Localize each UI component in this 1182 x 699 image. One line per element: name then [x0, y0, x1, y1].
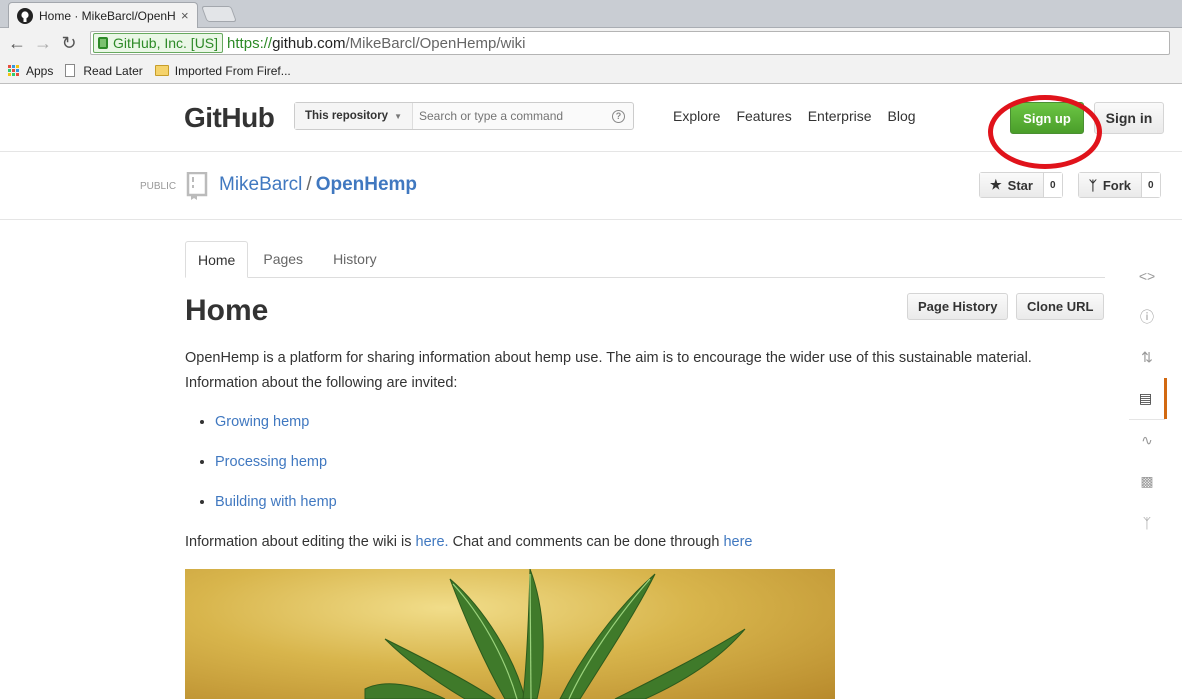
fork-count[interactable]: 0: [1141, 173, 1160, 197]
pulse-icon[interactable]: ∿: [1127, 420, 1167, 461]
bookmark-imported-label: Imported From Firef...: [174, 63, 291, 78]
issues-icon[interactable]: ⓘ: [1127, 296, 1167, 337]
wiki-content: Home Pages History Home Page History Clo…: [185, 241, 1105, 699]
ev-label: GitHub, Inc. [US]: [113, 35, 219, 51]
lock-icon: [98, 37, 108, 49]
fork-icon: ᛉ: [1089, 177, 1097, 193]
repo-side-nav: <> ⓘ ⇅ ▤ ∿ ▩ ᛉ: [1127, 255, 1167, 543]
page-icon: [65, 64, 76, 77]
clone-url-button[interactable]: Clone URL: [1016, 293, 1105, 320]
fork-label: Fork: [1102, 177, 1131, 193]
footer-text-mid: Chat and comments can be done through: [448, 534, 724, 550]
repo-separator: /: [306, 174, 312, 195]
list-item: Building with hemp: [215, 490, 1105, 515]
fork-button[interactable]: ᛉ Fork: [1079, 173, 1142, 197]
visibility-label: PUBLIC: [140, 181, 177, 192]
browser-tab-strip: Home · MikeBarcl/OpenH ×: [0, 0, 1182, 28]
url-host: github.com: [272, 34, 346, 52]
list-item: Growing hemp: [215, 410, 1105, 435]
intro-line-1: OpenHemp is a platform for sharing infor…: [185, 350, 1032, 366]
chat-here-link[interactable]: here: [723, 534, 752, 550]
sign-in-button[interactable]: Sign in: [1094, 102, 1164, 134]
search-scope-label: This repository: [305, 110, 389, 122]
hemp-leaf-illustration: [364, 569, 746, 699]
bookmark-imported-folder[interactable]: Imported From Firef...: [154, 63, 291, 78]
topics-list: Growing hemp Processing hemp Building wi…: [215, 410, 1105, 515]
wiki-book-icon[interactable]: ▤: [1127, 378, 1167, 419]
pull-requests-icon[interactable]: ⇅: [1127, 337, 1167, 378]
github-logo[interactable]: GitHub: [184, 102, 275, 134]
browser-toolbar: ← → ↻ GitHub, Inc. [US] https:// github.…: [0, 28, 1182, 58]
reload-icon[interactable]: ↻: [58, 32, 80, 54]
caret-down-icon: ▼: [394, 111, 402, 121]
editing-here-link[interactable]: here.: [416, 534, 449, 550]
forward-arrow-icon[interactable]: →: [32, 32, 54, 54]
search-input[interactable]: [413, 109, 612, 123]
page-title: Home: [185, 294, 269, 327]
url-scheme: https://: [227, 34, 273, 52]
bookmarks-bar: Apps Read Later Imported From Firef...: [0, 58, 1182, 84]
link-growing-hemp[interactable]: Growing hemp: [215, 414, 309, 430]
link-processing-hemp[interactable]: Processing hemp: [215, 454, 327, 470]
search-scope-dropdown[interactable]: This repository ▼: [295, 103, 413, 129]
hemp-leaf-image: [185, 569, 835, 699]
list-item: Processing hemp: [215, 450, 1105, 475]
star-button[interactable]: ★ Star: [980, 173, 1044, 197]
nav-explore[interactable]: Explore: [673, 108, 720, 124]
folder-icon: [154, 65, 169, 76]
tab-close-icon[interactable]: ×: [181, 8, 189, 23]
footer-text-pre: Information about editing the wiki is: [185, 534, 416, 550]
nav-features[interactable]: Features: [736, 108, 791, 124]
star-widget: ★ Star 0: [979, 172, 1063, 198]
bookmark-apps-label: Apps: [26, 63, 54, 78]
url-path: /MikeBarcl/OpenHemp/wiki: [345, 34, 526, 52]
page-history-button[interactable]: Page History: [907, 293, 1009, 320]
repo-name-link[interactable]: OpenHemp: [316, 174, 417, 195]
bookmark-read-later-label: Read Later: [83, 63, 143, 78]
nav-blog[interactable]: Blog: [888, 108, 916, 124]
network-icon[interactable]: ᛉ: [1127, 502, 1167, 543]
star-icon: ★: [990, 177, 1002, 192]
repo-book-icon: [186, 172, 208, 200]
top-nav: Explore Features Enterprise Blog: [673, 108, 932, 124]
graphs-icon[interactable]: ▩: [1127, 461, 1167, 502]
help-icon[interactable]: ?: [612, 109, 625, 123]
nav-enterprise[interactable]: Enterprise: [808, 108, 872, 124]
github-header: GitHub This repository ▼ ? Explore Featu…: [0, 84, 1182, 169]
tab-history[interactable]: History: [318, 241, 392, 277]
star-label: Star: [1007, 177, 1033, 193]
repo-owner-link[interactable]: MikeBarcl: [219, 174, 302, 195]
code-icon[interactable]: <>: [1127, 255, 1167, 296]
address-bar[interactable]: GitHub, Inc. [US] https:// github.com /M…: [90, 31, 1170, 55]
browser-tab[interactable]: Home · MikeBarcl/OpenH ×: [8, 2, 198, 28]
page-head: Home Page History Clone URL: [185, 278, 1105, 332]
sign-up-button[interactable]: Sign up: [1010, 102, 1084, 134]
tab-pages[interactable]: Pages: [248, 241, 318, 277]
wiki-body: OpenHemp is a platform for sharing infor…: [185, 346, 1105, 396]
ev-certificate-badge[interactable]: GitHub, Inc. [US]: [93, 33, 224, 53]
wiki-tabs: Home Pages History: [185, 241, 1105, 278]
intro-line-2: Information about the following are invi…: [185, 375, 458, 391]
tab-home[interactable]: Home: [185, 241, 249, 278]
github-octocat-icon: [17, 7, 33, 24]
repo-title: MikeBarcl / OpenHemp: [219, 174, 417, 196]
star-count[interactable]: 0: [1043, 173, 1062, 197]
repo-header: PUBLIC MikeBarcl / OpenHemp ★ Star 0 ᛉ Fork …: [0, 152, 1182, 220]
back-arrow-icon[interactable]: ←: [6, 32, 28, 54]
tab-title: Home · MikeBarcl/OpenH: [39, 8, 176, 23]
new-tab-button[interactable]: [201, 6, 237, 22]
apps-grid-icon: [8, 64, 20, 77]
bookmark-read-later[interactable]: Read Later: [65, 63, 143, 78]
site-search: This repository ▼ ?: [294, 102, 634, 130]
fork-widget: ᛉ Fork 0: [1078, 172, 1161, 198]
link-building-with-hemp[interactable]: Building with hemp: [215, 494, 337, 510]
wiki-footer-text: Information about editing the wiki is he…: [185, 530, 1105, 555]
bookmark-apps[interactable]: Apps: [8, 64, 53, 78]
